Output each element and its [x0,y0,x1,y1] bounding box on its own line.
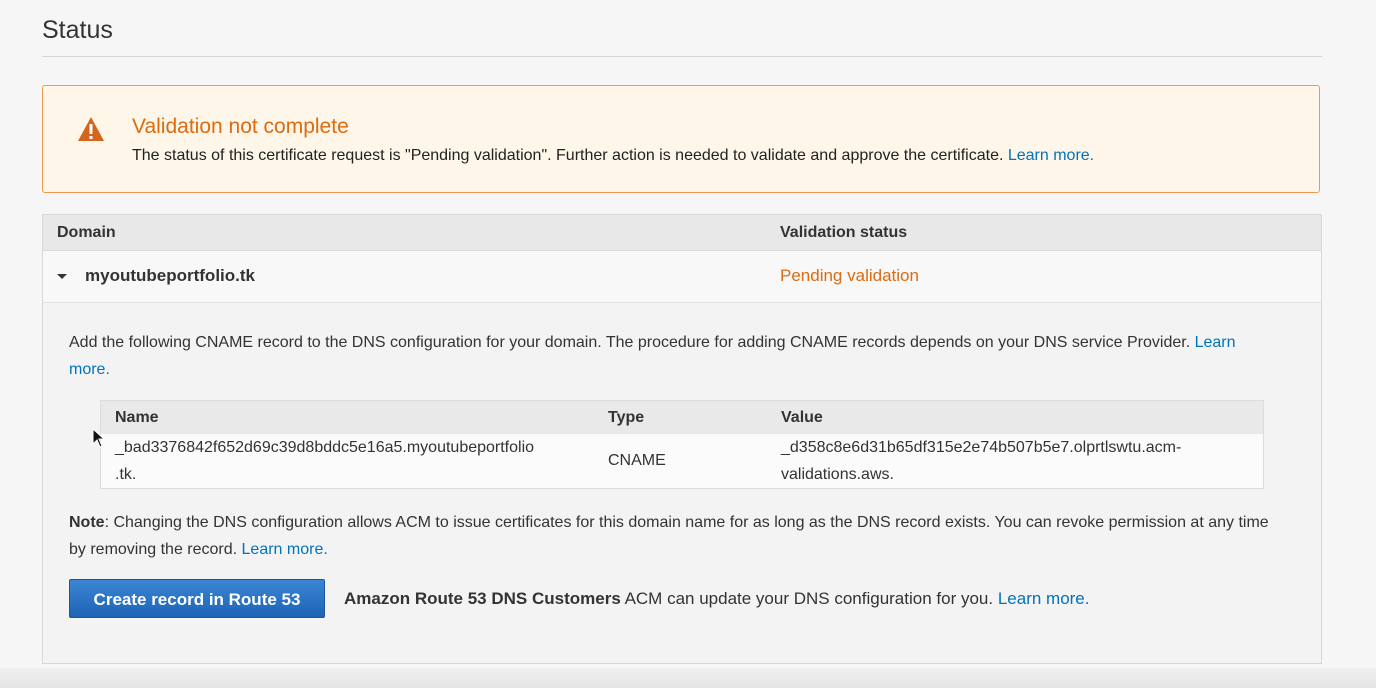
mouse-cursor-icon [92,428,106,448]
domain-validation-panel: Domain Validation status myoutubeportfol… [42,214,1322,664]
column-header-name: Name [115,409,159,426]
validation-status-badge: Pending validation [780,266,919,285]
certificate-status-page: Status Validation not complete The statu… [0,0,1376,688]
cname-value-line-2: validations.aws. [781,466,894,483]
dns-note: Note: Changing the DNS configuration all… [69,509,1269,563]
cname-name-line-2: .tk. [115,466,137,483]
cname-record-type: CNAME [608,452,666,469]
cname-table-header: Name Type Value [101,401,1263,434]
section-title: Status [42,16,113,44]
column-header-domain: Domain [57,224,116,241]
domain-table-header: Domain Validation status [43,215,1321,251]
note-learn-more-link[interactable]: Learn more. [242,541,328,558]
column-header-value: Value [781,409,823,426]
route53-info: Amazon Route 53 DNS Customers ACM can up… [344,589,1090,609]
instructions-text: Add the following CNAME record to the DN… [69,334,1191,351]
route53-learn-more-link[interactable]: Learn more. [998,589,1090,608]
cname-record-name[interactable]: _bad3376842f652d69c39d8bddc5e16a5.myoutu… [115,434,595,488]
caret-down-icon[interactable] [55,269,69,283]
alert-title: Validation not complete [132,115,349,138]
cname-instructions: Add the following CNAME record to the DN… [69,329,1269,383]
cname-name-line-1: _bad3376842f652d69c39d8bddc5e16a5.myoutu… [115,439,535,456]
cname-value-line-1: _d358c8e6d31b65df315e2e74b507b5e7.olprtl… [781,439,1182,456]
warning-icon [78,117,104,141]
domain-name: myoutubeportfolio.tk [85,266,255,285]
alert-body-text: The status of this certificate request i… [132,147,1004,164]
route53-customers-label: Amazon Route 53 DNS Customers [344,589,621,608]
cname-record-table: Name Type Value _bad3376842f652d69c39d8b… [100,400,1264,489]
cname-record-value[interactable]: _d358c8e6d31b65df315e2e74b507b5e7.olprtl… [781,434,1251,488]
domain-row[interactable]: myoutubeportfolio.tk Pending validation [43,251,1321,303]
route53-info-text: ACM can update your DNS configuration fo… [620,589,994,608]
create-record-route53-button[interactable]: Create record in Route 53 [69,579,325,618]
validation-alert: Validation not complete The status of th… [42,85,1320,193]
note-label: Note [69,514,105,531]
alert-message: The status of this certificate request i… [132,147,1094,165]
page-bottom-edge [0,668,1376,688]
column-header-type: Type [608,409,645,426]
divider [42,56,1322,57]
column-header-validation-status: Validation status [780,224,908,241]
alert-learn-more-link[interactable]: Learn more. [1008,147,1094,164]
